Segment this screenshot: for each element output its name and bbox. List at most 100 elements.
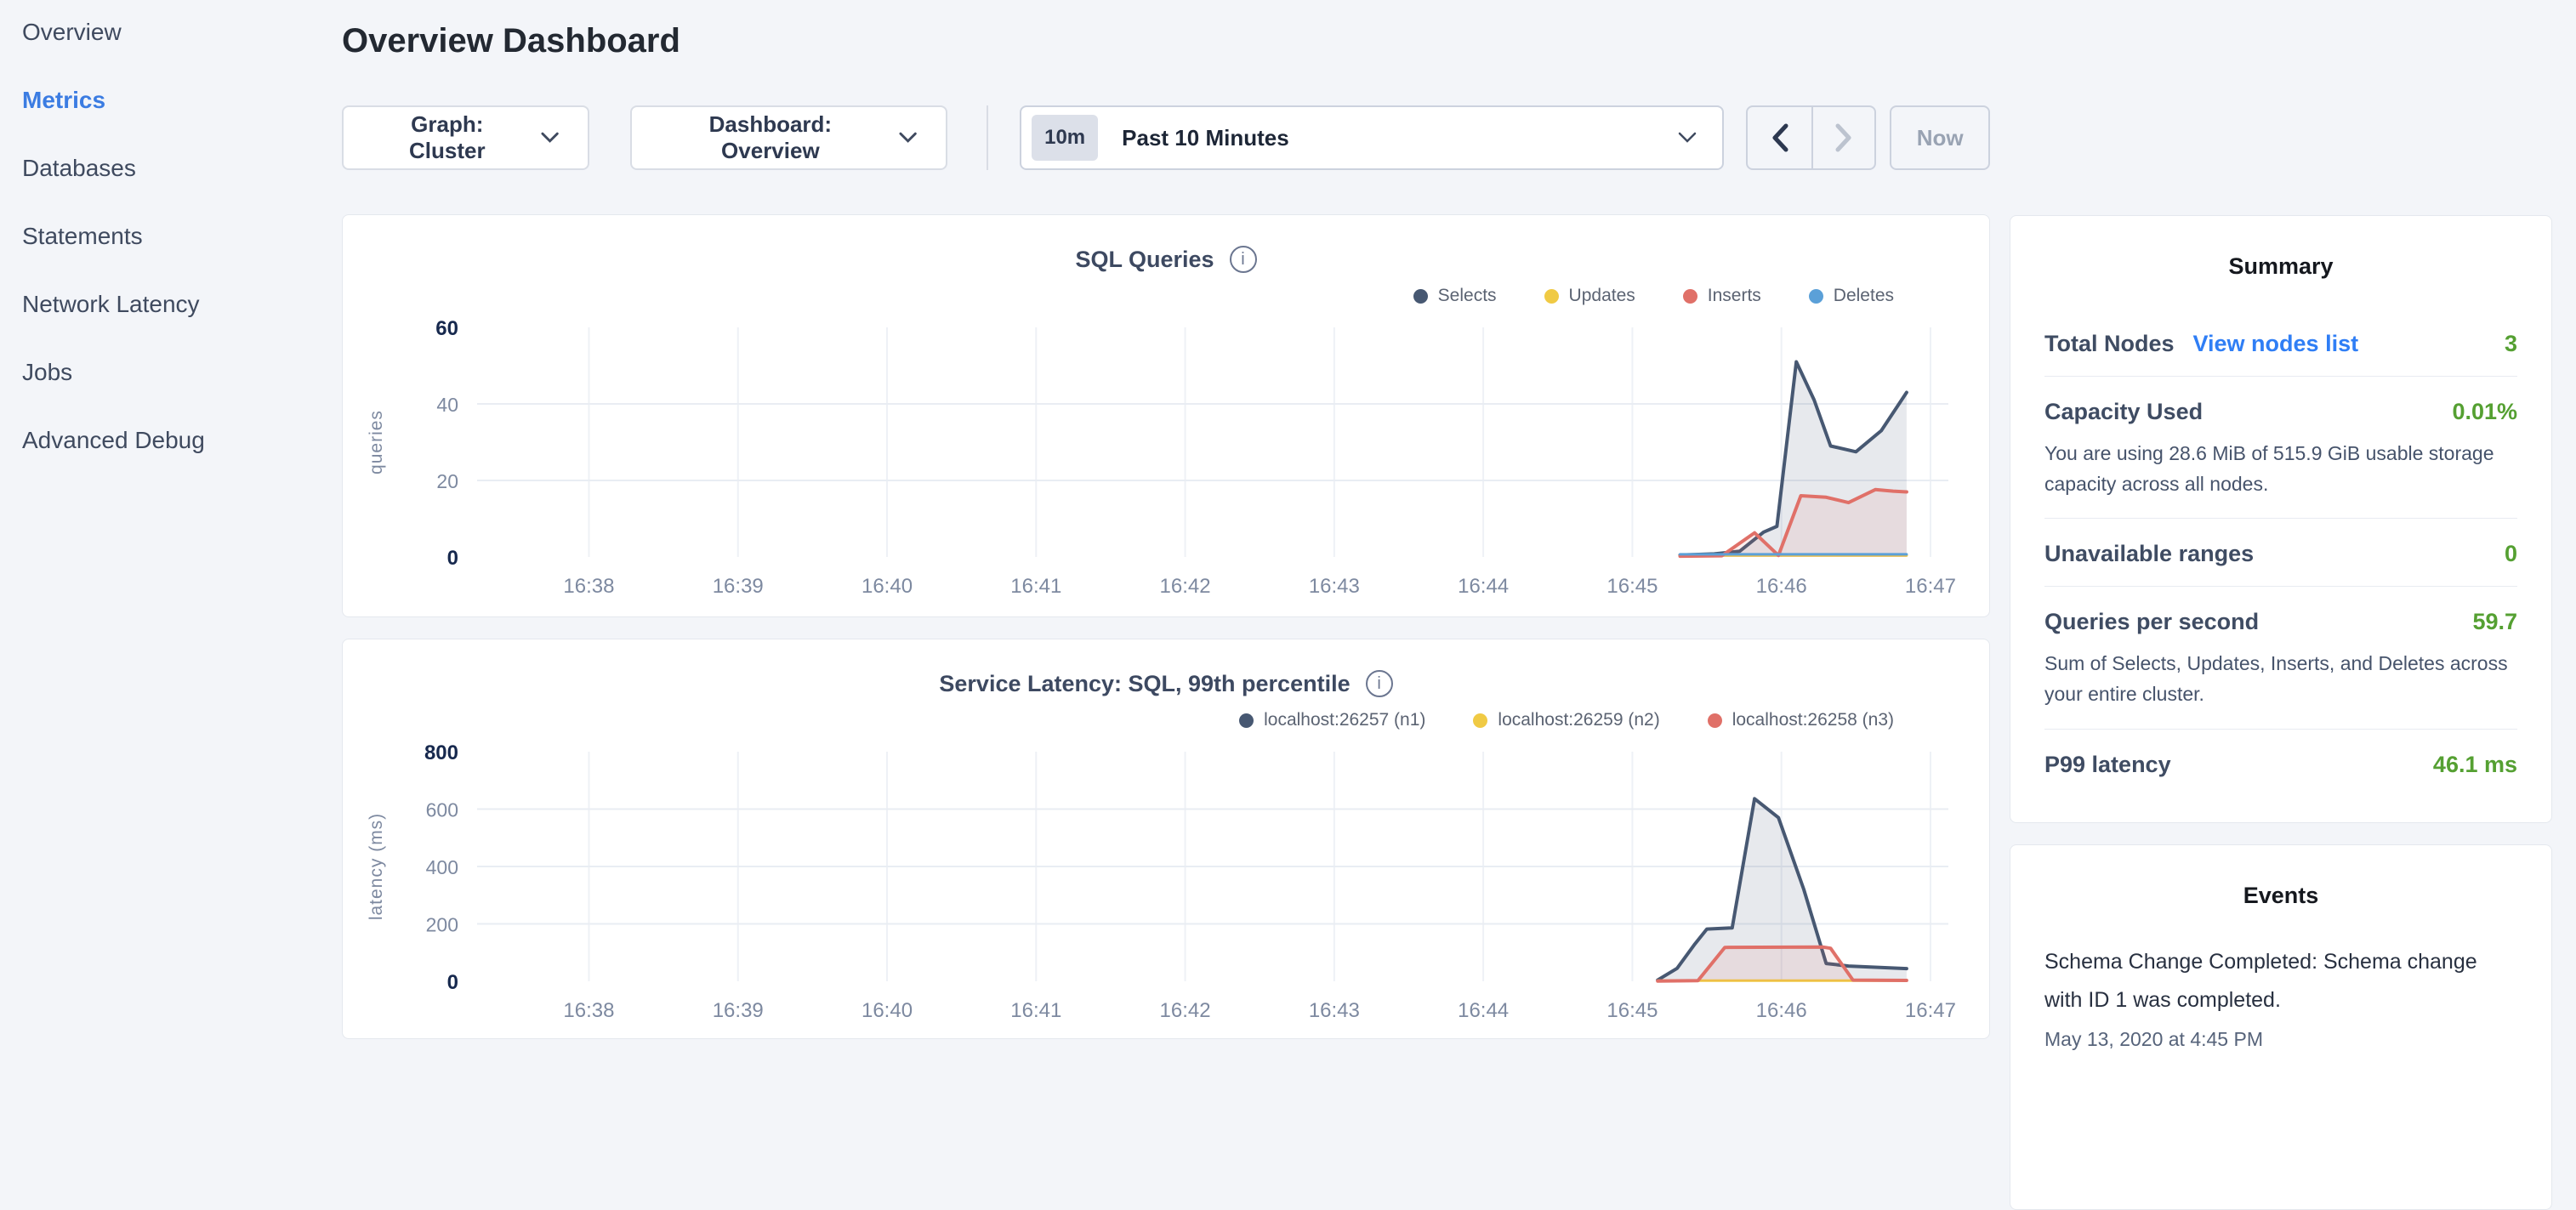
summary-row-capacity-used: Capacity Used 0.01% You are using 28.6 M… <box>2044 377 2517 518</box>
total-nodes-label: Total Nodes <box>2044 331 2175 357</box>
graph-dropdown-label: Graph: Cluster <box>372 111 522 164</box>
svg-text:600: 600 <box>426 799 458 821</box>
svg-text:800: 800 <box>424 741 458 764</box>
legend-item: Selects <box>1413 285 1497 307</box>
toolbar: Graph: Cluster Dashboard: Overview 10m P… <box>342 105 1990 170</box>
chevron-down-icon <box>1678 132 1697 144</box>
queries-per-second-label: Queries per second <box>2044 609 2259 635</box>
legend-item: Inserts <box>1683 285 1761 307</box>
sql-queries-chart-card: SQL Queries SelectsUpdatesInsertsDeletes… <box>342 214 1990 617</box>
info-icon[interactable] <box>1230 246 1257 273</box>
svg-text:16:47: 16:47 <box>1905 999 1956 1022</box>
sidebar: OverviewMetricsDatabasesStatementsNetwor… <box>0 0 342 476</box>
legend-label: localhost:26259 (n2) <box>1498 710 1659 730</box>
svg-text:20: 20 <box>436 470 458 492</box>
summary-title: Summary <box>2044 253 2517 280</box>
toolbar-divider <box>987 105 988 170</box>
svg-text:queries: queries <box>367 410 386 474</box>
svg-text:0: 0 <box>447 971 458 994</box>
chevron-right-icon <box>1834 123 1853 152</box>
time-range-label: Past 10 Minutes <box>1122 125 1678 151</box>
now-button[interactable]: Now <box>1890 105 1990 170</box>
sidebar-item-databases[interactable]: Databases <box>22 136 342 201</box>
sidebar-item-network-latency[interactable]: Network Latency <box>22 272 342 337</box>
queries-per-second-description: Sum of Selects, Updates, Inserts, and De… <box>2044 649 2517 709</box>
legend-dot-icon <box>1683 289 1697 304</box>
svg-text:16:44: 16:44 <box>1458 575 1509 598</box>
chart-legend: localhost:26257 (n1) localhost:26259 (n2)… <box>343 709 1894 731</box>
legend-dot-icon <box>1544 289 1559 304</box>
legend-label: Deletes <box>1834 286 1894 306</box>
info-icon[interactable] <box>1366 670 1393 697</box>
next-time-button[interactable] <box>1811 107 1875 168</box>
chevron-left-icon <box>1771 123 1789 152</box>
svg-text:16:43: 16:43 <box>1309 575 1360 598</box>
p99-latency-value: 46.1 ms <box>2433 752 2517 778</box>
legend-item: Deletes <box>1809 285 1894 307</box>
svg-text:16:38: 16:38 <box>563 999 614 1022</box>
sidebar-item-advanced-debug[interactable]: Advanced Debug <box>22 408 342 473</box>
legend-dot-icon <box>1809 289 1823 304</box>
sidebar-item-jobs[interactable]: Jobs <box>22 340 342 405</box>
svg-text:16:41: 16:41 <box>1010 999 1061 1022</box>
dashboard-dropdown-label: Dashboard: Overview <box>661 111 880 164</box>
svg-text:16:46: 16:46 <box>1756 999 1807 1022</box>
svg-text:16:39: 16:39 <box>713 999 764 1022</box>
unavailable-ranges-value: 0 <box>2505 541 2517 567</box>
svg-text:400: 400 <box>426 856 458 878</box>
time-pager <box>1746 105 1876 170</box>
main-content: Overview Dashboard Graph: Cluster Dashbo… <box>342 0 1990 1039</box>
svg-text:16:42: 16:42 <box>1160 575 1211 598</box>
legend-item: localhost:26259 (n2) <box>1473 709 1659 731</box>
chart-title: SQL Queries <box>1075 247 1214 273</box>
summary-row-p99-latency: P99 latency 46.1 ms <box>2044 730 2517 797</box>
event-item: Schema Change Completed: Schema change w… <box>2044 943 2517 1051</box>
svg-text:latency (ms): latency (ms) <box>367 813 386 920</box>
legend-dot-icon <box>1473 713 1487 728</box>
summary-row-unavailable-ranges: Unavailable ranges 0 <box>2044 519 2517 586</box>
svg-text:16:47: 16:47 <box>1905 575 1956 598</box>
summary-row-total-nodes: Total Nodes View nodes list 3 <box>2044 309 2517 376</box>
legend-dot-icon <box>1708 713 1722 728</box>
right-column: Summary Total Nodes View nodes list 3 Ca… <box>2010 215 2552 1210</box>
sidebar-item-overview[interactable]: Overview <box>22 0 342 65</box>
svg-text:16:44: 16:44 <box>1458 999 1509 1022</box>
capacity-used-value: 0.01% <box>2452 399 2517 425</box>
svg-text:200: 200 <box>426 914 458 936</box>
svg-text:16:39: 16:39 <box>713 575 764 598</box>
svg-text:16:45: 16:45 <box>1606 575 1658 598</box>
dashboard-dropdown[interactable]: Dashboard: Overview <box>630 105 947 170</box>
prev-time-button[interactable] <box>1748 107 1811 168</box>
legend-item: localhost:26258 (n3) <box>1708 709 1894 731</box>
sidebar-item-metrics[interactable]: Metrics <box>22 68 342 133</box>
chevron-down-icon <box>541 132 559 144</box>
event-text: Schema Change Completed: Schema change w… <box>2044 943 2517 1020</box>
svg-text:16:42: 16:42 <box>1160 999 1211 1022</box>
svg-text:0: 0 <box>447 547 458 570</box>
legend-label: Selects <box>1438 286 1497 306</box>
chevron-down-icon <box>899 132 917 144</box>
chart-title-row: SQL Queries <box>343 215 1989 275</box>
time-range-badge: 10m <box>1032 115 1098 161</box>
legend-dot-icon <box>1413 289 1428 304</box>
chart-title-row: Service Latency: SQL, 99th percentile <box>343 639 1989 699</box>
graph-dropdown[interactable]: Graph: Cluster <box>342 105 589 170</box>
sidebar-item-statements[interactable]: Statements <box>22 204 342 269</box>
legend-label: localhost:26258 (n3) <box>1732 710 1894 730</box>
summary-panel: Summary Total Nodes View nodes list 3 Ca… <box>2010 215 2552 823</box>
legend-dot-icon <box>1239 713 1254 728</box>
capacity-used-label: Capacity Used <box>2044 399 2203 425</box>
svg-text:40: 40 <box>436 394 458 416</box>
sql-queries-plot: 16:3816:3916:4016:4116:4216:4316:4416:45… <box>343 309 1991 602</box>
summary-row-queries-per-second: Queries per second 59.7 Sum of Selects, … <box>2044 587 2517 728</box>
view-nodes-list-link[interactable]: View nodes list <box>2193 331 2359 357</box>
capacity-used-description: You are using 28.6 MiB of 515.9 GiB usab… <box>2044 439 2517 499</box>
legend-label: localhost:26257 (n1) <box>1264 710 1425 730</box>
svg-text:60: 60 <box>435 317 458 340</box>
service-latency-plot: 16:3816:3916:4016:4116:4216:4316:4416:45… <box>343 733 1991 1026</box>
service-latency-chart-card: Service Latency: SQL, 99th percentile lo… <box>342 639 1990 1039</box>
svg-text:16:45: 16:45 <box>1606 999 1658 1022</box>
legend-label: Inserts <box>1708 286 1761 306</box>
time-range-picker[interactable]: 10m Past 10 Minutes <box>1020 105 1724 170</box>
event-timestamp: May 13, 2020 at 4:45 PM <box>2044 1028 2517 1051</box>
